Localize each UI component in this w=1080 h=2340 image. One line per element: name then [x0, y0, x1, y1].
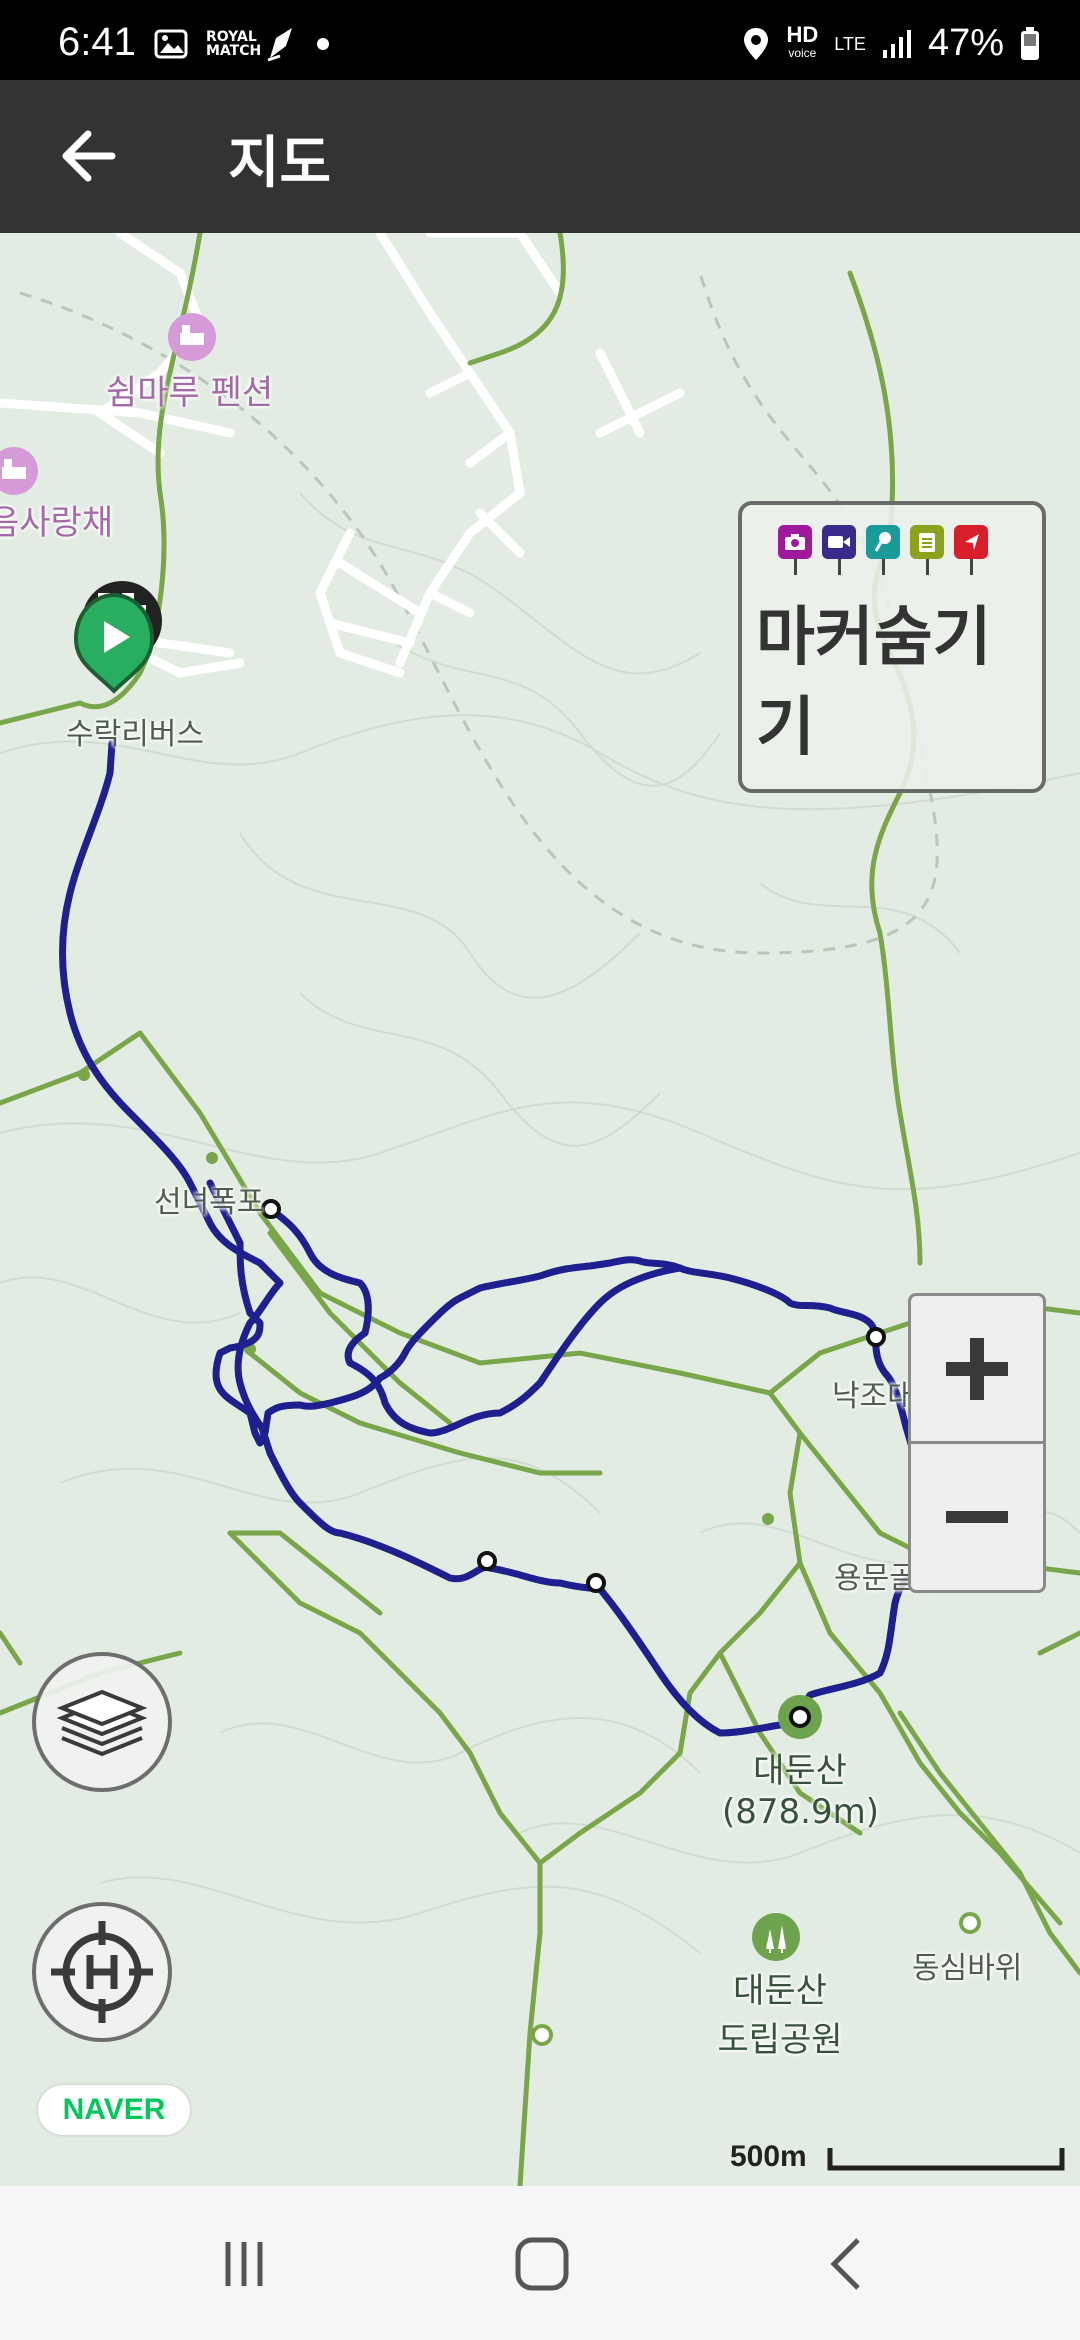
arrow-left-icon	[62, 130, 116, 182]
plus-icon	[946, 1337, 1008, 1400]
back-button[interactable]	[50, 116, 130, 196]
label-pension[interactable]: 쉼마루 펜션	[106, 365, 273, 414]
gps-track	[59, 739, 924, 1737]
battery-percent: 47%	[927, 22, 1004, 64]
home-icon	[515, 2237, 569, 2291]
hd-voice-icon: HD voice	[786, 21, 819, 60]
status-bar: 6:41 ROYAL MATCH HD voice LTE 47%	[0, 0, 1080, 80]
signal-icon	[882, 29, 911, 58]
marker-hide-panel[interactable]: 마커숨기기	[738, 501, 1046, 793]
scale-label: 500m	[730, 2140, 807, 2173]
app-bar: 지도	[0, 80, 1080, 233]
park-name-line1: 대둔산	[733, 1971, 827, 2011]
naver-logo: NAVER	[38, 2085, 190, 2135]
scale-bar: 500m	[730, 2140, 1065, 2180]
recenter-button[interactable]	[32, 1902, 172, 2042]
zoom-out-button[interactable]	[911, 1444, 1043, 1590]
park-marker	[752, 1913, 800, 1961]
status-right: HD voice LTE 47%	[742, 22, 1040, 65]
map-view[interactable]: 쉼마루 펜션 음사랑채 수락리버스 선녀폭포 낙조대 용문골삼거리 대둔산 (8…	[0, 233, 1080, 2186]
zoom-control	[908, 1293, 1046, 1593]
minus-icon	[946, 1511, 1008, 1523]
system-back-button[interactable]	[808, 2224, 888, 2304]
location-icon	[744, 27, 769, 60]
page-title: 지도	[228, 131, 332, 196]
peak-name: 대둔산	[753, 1751, 847, 1791]
dot-icon	[317, 38, 329, 50]
label-rock[interactable]: 동심바위	[912, 1943, 1022, 1987]
status-time: 6:41	[58, 20, 136, 64]
marker-pins	[778, 525, 988, 575]
label-park[interactable]: 대둔산 도립공원	[702, 1963, 858, 2061]
royal-match-icon: ROYAL MATCH	[206, 29, 262, 59]
peak-elevation: (878.9m)	[722, 1792, 879, 1832]
note-pin-icon	[910, 525, 944, 575]
label-waterfall[interactable]: 선녀폭포	[154, 1177, 264, 1221]
park-name-line2: 도립공원	[717, 2020, 843, 2060]
label-nakjodae[interactable]: 낙조대	[832, 1371, 915, 1415]
home-button[interactable]	[502, 2224, 582, 2304]
video-pin-icon	[822, 525, 856, 575]
mic-pin-icon	[866, 525, 900, 575]
battery-icon	[1021, 26, 1039, 60]
crosshair-h-icon	[51, 1921, 153, 2023]
lte-icon: LTE	[834, 33, 866, 54]
notification-icons: ROYAL MATCH	[154, 26, 330, 62]
recents-icon	[225, 2242, 263, 2286]
pen-app-icon	[267, 28, 292, 62]
zoom-in-button[interactable]	[911, 1296, 1043, 1444]
back-chevron-icon	[830, 2238, 860, 2290]
marker-hide-label: 마커숨기기	[756, 601, 992, 765]
label-peak[interactable]: 대둔산 (878.9m)	[722, 1743, 879, 1832]
camera-pin-icon	[778, 525, 812, 575]
layers-icon	[56, 1689, 148, 1757]
start-finish-marker	[73, 581, 162, 694]
recents-button[interactable]	[204, 2224, 284, 2304]
label-lodging[interactable]: 음사랑채	[0, 495, 113, 544]
layers-button[interactable]	[32, 1652, 172, 1792]
gallery-icon	[154, 29, 188, 59]
flag-pin-icon	[954, 525, 988, 575]
navigation-bar	[0, 2186, 1080, 2340]
summit-marker	[778, 1695, 822, 1739]
label-bus-stop[interactable]: 수락리버스	[66, 709, 204, 753]
scale-ruler	[827, 2148, 1065, 2171]
